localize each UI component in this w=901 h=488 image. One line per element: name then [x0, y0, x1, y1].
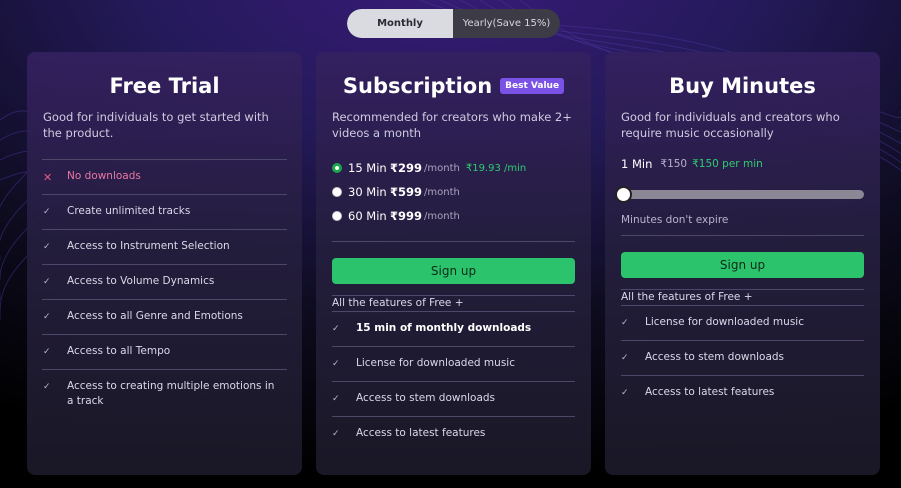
free-trial-title: Free Trial	[109, 74, 220, 98]
free-trial-features: ✕ No downloads ✓ Create unlimited tracks…	[27, 160, 302, 418]
check-icon: ✓	[43, 312, 51, 322]
feature-text: Create unlimited tracks	[67, 205, 191, 217]
option-minutes: 15 Min	[348, 161, 387, 175]
radio-unselected[interactable]	[332, 211, 342, 221]
feature-row: ✓ Access to all Tempo	[27, 335, 302, 369]
feature-text: Access to latest features	[645, 386, 775, 398]
check-icon: ✓	[332, 394, 340, 404]
check-icon: ✓	[621, 318, 629, 328]
feature-text: Access to creating multiple emotions in …	[67, 380, 275, 407]
subscription-header: Subscription Best Value	[316, 72, 591, 100]
minutes-readout: 1 Min ₹150 ₹150 per min	[621, 157, 864, 171]
check-icon: ✓	[332, 324, 340, 334]
option-per-minute: ₹19.93 /min	[465, 162, 527, 174]
features-intro: All the features of Free +	[621, 291, 753, 303]
minutes-count: 1 Min	[621, 157, 653, 171]
buy-minutes-title: Buy Minutes	[669, 74, 816, 98]
subscription-description: Recommended for creators who make 2+ vid…	[332, 110, 572, 140]
subscription-signup-button[interactable]: Sign up	[332, 258, 575, 284]
option-period: /month	[424, 162, 460, 174]
check-icon: ✓	[43, 277, 51, 287]
feature-row: ✓ License for downloaded music	[316, 347, 591, 381]
subscription-title: Subscription	[342, 74, 493, 98]
feature-row: ✓ Access to stem downloads	[605, 341, 880, 375]
feature-text: Access to all Genre and Emotions	[67, 310, 243, 322]
feature-row: ✓ Access to all Genre and Emotions	[27, 300, 302, 334]
feature-row: ✓ Access to Volume Dynamics	[27, 265, 302, 299]
free-trial-card: Free Trial Good for individuals to get s…	[27, 52, 302, 475]
feature-row: ✓ License for downloaded music	[605, 306, 880, 340]
buy-minutes-description: Good for individuals and creators who re…	[621, 110, 840, 140]
feature-text: Access to latest features	[356, 427, 486, 439]
minutes-price: ₹150	[660, 158, 688, 170]
radio-unselected[interactable]	[332, 187, 342, 197]
plan-option-60[interactable]: 60 Min ₹999 /month	[332, 204, 575, 228]
feature-text: No downloads	[67, 170, 141, 182]
feature-text: 15 min of monthly downloads	[356, 322, 532, 334]
feature-text: License for downloaded music	[645, 316, 804, 328]
feature-text: Access to all Tempo	[67, 345, 171, 357]
best-value-badge: Best Value	[500, 78, 565, 94]
option-minutes: 60 Min	[348, 209, 387, 223]
feature-row: ✓ Access to stem downloads	[316, 382, 591, 416]
option-price: ₹599	[390, 185, 423, 199]
feature-row: ✓ Access to creating multiple emotions i…	[27, 370, 302, 418]
features-intro: All the features of Free +	[332, 297, 464, 309]
option-period: /month	[424, 210, 460, 222]
option-period: /month	[424, 186, 460, 198]
check-icon: ✓	[43, 242, 51, 252]
plan-option-15[interactable]: 15 Min ₹299 /month ₹19.93 /min	[332, 156, 575, 180]
feature-row: ✓ Access to latest features	[605, 376, 880, 410]
feature-text: Access to stem downloads	[356, 392, 496, 404]
buy-minutes-signup-button[interactable]: Sign up	[621, 252, 864, 278]
check-icon: ✓	[43, 207, 51, 217]
feature-row: ✓ Create unlimited tracks	[27, 195, 302, 229]
feature-row: ✓ 15 min of monthly downloads	[316, 312, 591, 346]
radio-selected[interactable]	[332, 163, 342, 173]
price-per-minute: ₹150 per min	[692, 158, 763, 170]
feature-row: ✓ Access to latest features	[316, 417, 591, 451]
billing-period-toggle[interactable]: Monthly Yearly(Save 15%)	[347, 9, 560, 38]
feature-text: Access to Instrument Selection	[67, 240, 230, 252]
minutes-note: Minutes don't expire	[621, 214, 729, 226]
plan-option-30[interactable]: 30 Min ₹599 /month	[332, 180, 575, 204]
buy-minutes-card: Buy Minutes Good for individuals and cre…	[605, 52, 880, 475]
minutes-slider[interactable]	[615, 186, 864, 203]
option-price: ₹299	[390, 161, 423, 175]
check-icon: ✓	[621, 388, 629, 398]
feature-text: Access to Volume Dynamics	[67, 275, 215, 287]
monthly-option[interactable]: Monthly	[347, 9, 453, 38]
check-icon: ✓	[621, 353, 629, 363]
check-icon: ✓	[43, 347, 51, 357]
cross-icon: ✕	[43, 171, 53, 184]
option-price: ₹999	[390, 209, 423, 223]
feature-text: License for downloaded music	[356, 357, 515, 369]
option-minutes: 30 Min	[348, 185, 387, 199]
yearly-option[interactable]: Yearly(Save 15%)	[453, 9, 560, 38]
slider-handle[interactable]	[615, 186, 632, 203]
free-trial-description: Good for individuals to get started with…	[43, 110, 269, 140]
check-icon: ✓	[43, 382, 51, 392]
check-icon: ✓	[332, 429, 340, 439]
feature-row: ✓ Access to Instrument Selection	[27, 230, 302, 264]
subscription-card: Subscription Best Value Recommended for …	[316, 52, 591, 475]
feature-row: ✕ No downloads	[27, 160, 302, 194]
check-icon: ✓	[332, 359, 340, 369]
feature-text: Access to stem downloads	[645, 351, 785, 363]
